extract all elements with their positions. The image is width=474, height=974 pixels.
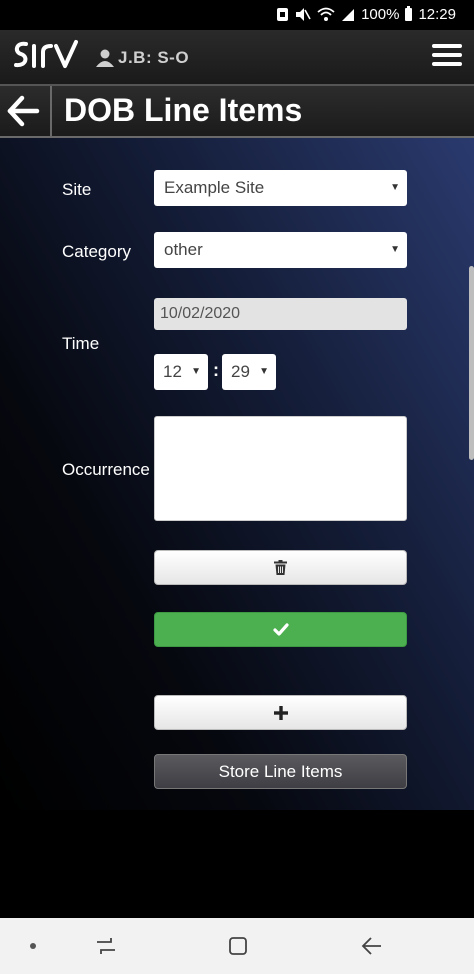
- recent-apps-button[interactable]: [84, 918, 128, 974]
- notification-icon: [277, 8, 289, 21]
- user-label: J.B: S-O: [118, 48, 190, 67]
- date-input[interactable]: 10/02/2020: [154, 298, 407, 330]
- user-icon: [96, 49, 114, 67]
- dot-icon: [30, 943, 36, 949]
- app-screen: 100% 12:29 J.B: S-O DOB Line Items Site …: [0, 0, 474, 974]
- sirv-logo: [14, 40, 78, 68]
- recent-apps-icon: [97, 938, 115, 954]
- nav-dot-button[interactable]: [16, 918, 50, 974]
- dropdown-arrow-icon: ▼: [390, 182, 400, 193]
- back-button[interactable]: [0, 86, 52, 136]
- battery-percent: 100%: [361, 6, 400, 23]
- delete-button[interactable]: [154, 550, 407, 585]
- user-account[interactable]: J.B: S-O: [96, 48, 189, 68]
- occurrence-textarea[interactable]: [154, 416, 407, 521]
- page-title: DOB Line Items: [64, 92, 303, 128]
- app-header: J.B: S-O: [0, 30, 474, 86]
- dropdown-arrow-icon: ▼: [191, 366, 201, 377]
- title-bar: DOB Line Items: [0, 86, 474, 138]
- confirm-button[interactable]: [154, 612, 407, 647]
- time-separator: :: [213, 360, 219, 380]
- hour-selected-value: 12: [163, 362, 182, 381]
- category-selected-value: other: [164, 240, 203, 259]
- trash-icon: [274, 560, 287, 575]
- scrollbar[interactable]: [469, 266, 474, 460]
- site-label: Site: [62, 180, 92, 199]
- time-label: Time: [62, 334, 100, 353]
- hamburger-menu-icon[interactable]: [432, 44, 462, 68]
- form-content: Site Example Site ▼ Category other ▼ Tim…: [0, 138, 474, 810]
- add-line-item-button[interactable]: [154, 695, 407, 730]
- status-bar: 100% 12:29: [0, 0, 474, 30]
- home-button[interactable]: [216, 918, 260, 974]
- mute-icon: [296, 8, 311, 21]
- minute-select[interactable]: 29 ▼: [222, 354, 276, 390]
- category-select[interactable]: other ▼: [154, 232, 407, 268]
- site-select[interactable]: Example Site ▼: [154, 170, 407, 206]
- minute-selected-value: 29: [231, 362, 250, 381]
- plus-icon: [273, 705, 288, 720]
- wifi-icon: [317, 7, 335, 21]
- category-label: Category: [62, 242, 131, 261]
- battery-icon: [405, 6, 413, 21]
- navigation-bar: [0, 918, 474, 974]
- status-icons: 100% 12:29: [276, 6, 456, 23]
- dropdown-arrow-icon: ▼: [259, 366, 269, 377]
- status-time: 12:29: [418, 6, 456, 23]
- occurrence-label: Occurrence: [62, 460, 150, 479]
- nav-back-icon: [361, 937, 381, 955]
- nav-back-button[interactable]: [350, 918, 394, 974]
- home-icon: [229, 937, 247, 955]
- site-selected-value: Example Site: [164, 178, 265, 197]
- checkmark-icon: [272, 623, 289, 636]
- hour-select[interactable]: 12 ▼: [154, 354, 208, 390]
- dropdown-arrow-icon: ▼: [390, 244, 400, 255]
- signal-icon: [342, 8, 355, 21]
- back-arrow-icon: [7, 95, 40, 127]
- store-line-items-button[interactable]: Store Line Items: [154, 754, 407, 789]
